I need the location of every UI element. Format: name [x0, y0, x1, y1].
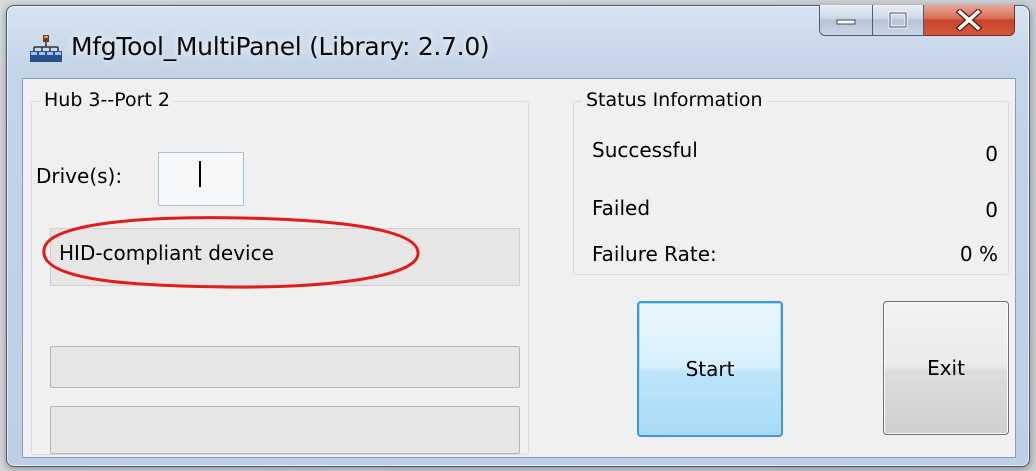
drive-label: Drive(s):	[36, 164, 123, 188]
progress-bar-secondary	[50, 406, 520, 454]
text-caret	[199, 161, 201, 187]
failure-rate-value: 0 %	[959, 242, 998, 266]
mfgtool-window: MfgTool_MultiPanel (Library: 2.7.0) Hub …	[6, 5, 1030, 467]
minimize-button[interactable]	[819, 5, 873, 36]
progress-bar-primary	[50, 346, 520, 388]
failure-rate-label: Failure Rate:	[592, 242, 717, 266]
network-hub-icon	[30, 35, 62, 62]
successful-value: 0	[985, 142, 998, 166]
close-icon	[956, 9, 982, 31]
port-group: Hub 3--Port 2 Drive(s): HID-compliant de…	[31, 89, 529, 455]
port-group-title: Hub 3--Port 2	[40, 89, 175, 111]
minimize-icon	[836, 19, 856, 25]
maximize-icon	[888, 11, 908, 29]
maximize-button[interactable]	[873, 5, 924, 36]
failed-label: Failed	[592, 196, 651, 220]
successful-label: Successful	[592, 138, 698, 162]
status-group: Status Information Successful 0 Failed 0…	[573, 89, 1009, 275]
window-title: MfgTool_MultiPanel (Library: 2.7.0)	[71, 32, 490, 61]
close-button[interactable]	[924, 5, 1015, 36]
red-ellipse-annotation	[42, 216, 420, 289]
title-bar[interactable]: MfgTool_MultiPanel (Library: 2.7.0)	[7, 5, 1029, 78]
client-area: Hub 3--Port 2 Drive(s): HID-compliant de…	[22, 78, 1016, 458]
caption-buttons	[819, 5, 1015, 37]
failed-value: 0	[985, 198, 998, 222]
start-button[interactable]: Start	[637, 301, 783, 437]
status-group-title: Status Information	[582, 89, 767, 111]
exit-button[interactable]: Exit	[883, 301, 1009, 435]
drive-field[interactable]	[158, 152, 244, 206]
